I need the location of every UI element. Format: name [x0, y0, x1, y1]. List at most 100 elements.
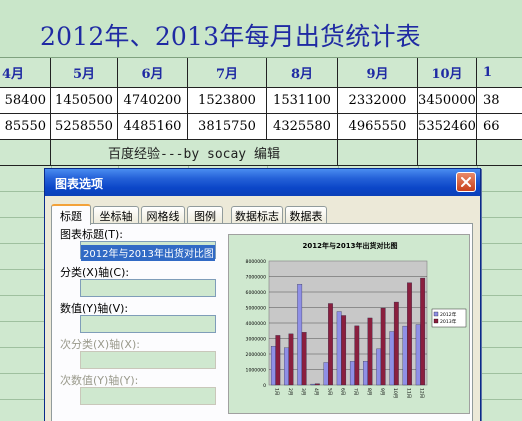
y-tick-label: 8000000	[246, 259, 267, 265]
data-cell[interactable]: 5352460	[418, 114, 477, 140]
tab-titles[interactable]: 标题	[51, 204, 91, 225]
header-cell[interactable]: 9月	[338, 58, 418, 88]
y-tick-label: 6000000	[246, 290, 267, 296]
chart-title-field[interactable]	[80, 241, 216, 261]
data-cell[interactable]: 85550	[0, 114, 51, 140]
x-tick-label: 9月	[379, 388, 385, 395]
chart-title-input[interactable]	[81, 244, 215, 261]
bar-2013年	[288, 333, 294, 386]
header-cell[interactable]: 6月	[118, 58, 188, 88]
data-cell[interactable]: 1523800	[188, 88, 267, 114]
data-cell[interactable]: 3450000	[418, 88, 477, 114]
x-tick-label: 12月	[418, 388, 424, 398]
secondary-category-axis-label: 次分类(X)轴(X):	[60, 338, 140, 351]
tab-axes[interactable]: 坐标轴	[93, 206, 139, 224]
y-tick-label: 4000000	[246, 321, 267, 327]
bar-2013年	[407, 282, 412, 386]
bar-2013年	[328, 303, 333, 386]
empty-cell[interactable]	[338, 140, 418, 166]
chart-title: 2012年与2013年出货对比图	[303, 241, 398, 250]
bar-2012年	[297, 284, 303, 386]
data-cell[interactable]: 5258550	[51, 114, 118, 140]
tab-gridlines[interactable]: 网格线	[141, 206, 185, 224]
data-cell[interactable]: 4740200	[118, 88, 188, 114]
x-tick-label: 1月	[274, 388, 280, 395]
bar-2013年	[341, 315, 347, 386]
bar-2012年	[363, 361, 368, 386]
close-button[interactable]	[456, 172, 476, 192]
tab-legend[interactable]: 图例	[187, 206, 223, 224]
bar-2012年	[389, 331, 395, 386]
bar-2012年	[323, 362, 329, 386]
titles-tab-panel: 图表标题(T): 分类(X)轴(C): 数值(Y)轴(V): 次分类(X)轴(X…	[51, 223, 473, 421]
y-tick-label: 2000000	[246, 352, 267, 358]
dialog-titlebar[interactable]: 图表选项	[45, 169, 480, 196]
bar-2013年	[314, 383, 320, 386]
data-cell[interactable]: 4485160	[118, 114, 188, 140]
header-cell[interactable]: 10月	[418, 58, 477, 88]
value-axis-field[interactable]	[80, 315, 216, 333]
x-tick-label: 2月	[287, 388, 293, 395]
secondary-category-axis-field	[80, 351, 216, 369]
x-tick-label: 4月	[313, 388, 319, 395]
category-axis-field[interactable]	[80, 279, 216, 297]
chart-title-label: 图表标题(T):	[60, 228, 124, 241]
legend-swatch	[433, 311, 439, 317]
header-cell[interactable]: 7月	[188, 58, 267, 88]
header-cell[interactable]: 4月	[0, 58, 51, 88]
bar-2012年	[336, 311, 342, 386]
y-tick-label: 1000000	[246, 368, 267, 374]
bar-2012年	[349, 361, 355, 386]
tab-data-labels[interactable]: 数据标志	[231, 206, 283, 224]
x-tick-label: 6月	[339, 388, 345, 395]
header-cell[interactable]: 1	[477, 58, 522, 88]
header-cell[interactable]: 8月	[267, 58, 338, 88]
bar-2012年	[415, 324, 421, 386]
secondary-value-axis-label: 次数值(Y)轴(Y):	[60, 374, 139, 387]
x-tick-label: 8月	[366, 388, 372, 395]
category-axis-label: 分类(X)轴(C):	[60, 266, 130, 279]
y-tick-label: 5000000	[246, 306, 267, 312]
note-cell[interactable]: 百度经验---by socay 编辑	[51, 140, 338, 166]
y-tick-label: 3000000	[246, 337, 267, 343]
x-tick-label: 10月	[392, 388, 398, 398]
header-cell[interactable]: 5月	[51, 58, 118, 88]
close-icon	[461, 177, 471, 187]
bar-2013年	[354, 325, 360, 386]
data-cell[interactable]: 3815750	[188, 114, 267, 140]
bar-2012年	[310, 383, 316, 386]
empty-cell[interactable]	[418, 140, 477, 166]
bar-2012年	[270, 346, 276, 386]
title-row: 2012年、2013年每月出货统计表	[0, 0, 522, 58]
data-cell[interactable]: 66	[477, 114, 522, 140]
x-tick-label: 11月	[405, 388, 411, 398]
bar-2013年	[301, 332, 307, 386]
bar-2012年	[376, 348, 382, 386]
data-cell[interactable]: 4325580	[267, 114, 338, 140]
chart-preview: 2012年与2013年出货对比图 8000000 7000000 6000000 500…	[228, 234, 470, 414]
legend-swatch	[433, 318, 439, 324]
y-tick-label: 0	[263, 383, 266, 389]
chart-options-dialog: 图表选项 标题 坐标轴 网格线 图例 数据标志 数据表 图表标题(T): 分类(…	[44, 168, 481, 421]
x-tick-label: 5月	[326, 388, 332, 395]
empty-cell[interactable]	[0, 140, 51, 166]
bar-2013年	[380, 307, 386, 386]
data-cell[interactable]: 38	[477, 88, 522, 114]
y-tick-label: 7000000	[246, 275, 267, 281]
dialog-title: 图表选项	[55, 177, 104, 191]
data-cell[interactable]: 2332000	[338, 88, 418, 114]
empty-cell[interactable]	[477, 140, 522, 166]
tab-data-table[interactable]: 数据表	[285, 206, 327, 224]
legend-label: 2012年	[440, 311, 457, 318]
value-axis-label: 数值(Y)轴(V):	[60, 302, 129, 315]
sheet-title: 2012年、2013年每月出货统计表	[40, 22, 421, 51]
chart-svg: 2012年与2013年出货对比图 8000000 7000000 6000000 500…	[246, 241, 467, 398]
data-cell[interactable]: 1450500	[51, 88, 118, 114]
bar-2013年	[420, 277, 426, 386]
data-cell[interactable]: 58400	[0, 88, 51, 114]
x-tick-label: 7月	[353, 388, 359, 395]
data-cell[interactable]: 4965550	[338, 114, 418, 140]
data-cell[interactable]: 1531100	[267, 88, 338, 114]
bar-2012年	[284, 347, 289, 386]
legend-label: 2013年	[440, 318, 457, 325]
